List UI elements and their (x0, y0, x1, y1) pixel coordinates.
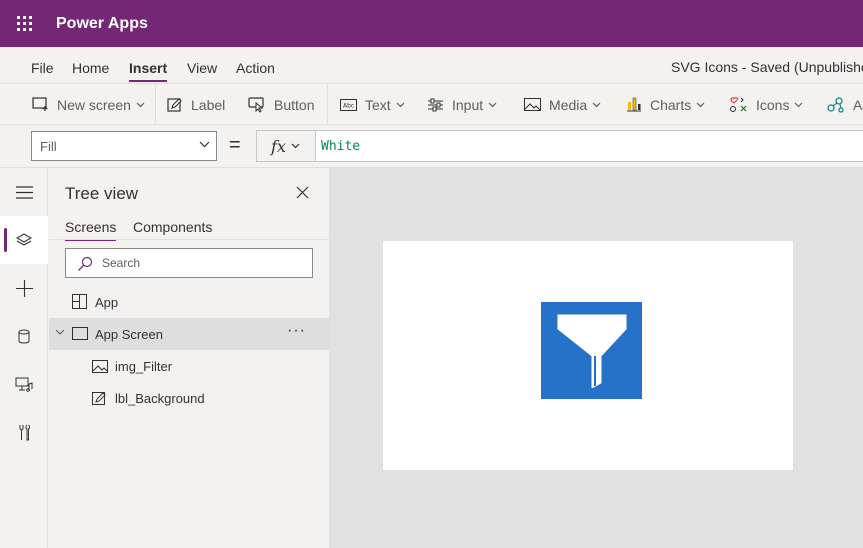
function-button[interactable]: fx (256, 130, 316, 162)
icons-icon (730, 97, 747, 112)
close-icon[interactable] (296, 186, 309, 199)
data-button[interactable] (0, 312, 48, 360)
ai-builder-icon (827, 96, 844, 113)
app-grid-icon (72, 294, 87, 309)
property-value: Fill (40, 139, 57, 154)
label-button[interactable]: Label (167, 84, 225, 125)
image-icon (92, 360, 108, 373)
chevron-down-icon (291, 143, 300, 149)
chevron-down-icon (795, 102, 803, 107)
tree-item-img-filter[interactable]: img_Filter (49, 350, 330, 382)
icons-dropdown-label: Icons (756, 96, 790, 113)
tools-icon (19, 424, 30, 440)
tree-item-label: App (95, 295, 119, 310)
fx-icon: fx (271, 136, 286, 156)
svg-text:Abc: Abc (343, 102, 354, 109)
design-canvas[interactable] (330, 168, 863, 548)
label-button-label: Label (191, 96, 226, 113)
charts-dropdown-label: Charts (650, 96, 692, 113)
tab-screens[interactable]: Screens (65, 219, 117, 241)
tree-view-panel: Tree view Screens Components App App Scr… (49, 168, 330, 548)
equals-sign: = (229, 134, 241, 156)
tree-item-app[interactable]: App (49, 286, 330, 318)
chevron-down-icon (592, 102, 601, 107)
input-dropdown[interactable]: Input (427, 84, 505, 125)
toolbar-divider (327, 84, 328, 125)
filter-icon (557, 314, 626, 388)
hamburger-icon (15, 185, 33, 199)
chart-icon (627, 97, 641, 112)
formula-input[interactable]: White (315, 130, 863, 162)
document-status: SVG Icons - Saved (Unpublished) (671, 59, 863, 75)
menu-insert[interactable]: Insert (129, 60, 168, 82)
icons-dropdown[interactable]: Icons (729, 84, 811, 125)
button-icon (248, 96, 264, 113)
media-dropdown[interactable]: Media (524, 84, 609, 125)
panel-title: Tree view (65, 184, 139, 203)
app-screen-preview[interactable] (383, 241, 793, 470)
media-dropdown-label: Media (549, 96, 588, 113)
app-title: Power Apps (56, 14, 148, 32)
left-rail (0, 168, 48, 548)
text-dropdown-label: Text (365, 96, 391, 113)
chevron-down-icon[interactable] (55, 329, 65, 335)
tree-search-box[interactable] (65, 248, 313, 278)
plus-icon (15, 279, 33, 297)
label-edit-icon (92, 392, 106, 405)
label-icon (167, 98, 182, 112)
text-dropdown[interactable]: Abc Text (340, 84, 413, 125)
tree-item-lbl-background[interactable]: lbl_Background (49, 382, 330, 414)
search-icon (78, 256, 93, 271)
chevron-down-icon (396, 102, 405, 107)
toolbar-divider (155, 84, 156, 125)
hamburger-button[interactable] (0, 168, 48, 216)
screen-icon (72, 327, 88, 340)
insert-toolbar: New screen Label Button Abc Text Input M… (0, 84, 863, 125)
input-dropdown-label: Input (452, 96, 484, 113)
tree-item-label: lbl_Background (115, 391, 205, 406)
new-screen-button[interactable]: New screen (32, 84, 153, 125)
img-filter-control[interactable] (541, 302, 642, 399)
ai-builder-label: AI (853, 96, 863, 113)
text-icon: Abc (340, 98, 357, 111)
menu-action[interactable]: Action (236, 60, 275, 76)
chevron-down-icon (488, 102, 497, 107)
layers-icon (16, 232, 32, 246)
more-options-icon[interactable]: ··· (287, 322, 306, 340)
property-dropdown[interactable]: Fill (31, 131, 217, 161)
menu-file[interactable]: File (31, 60, 54, 76)
insert-button[interactable] (0, 264, 48, 312)
charts-dropdown[interactable]: Charts (626, 84, 713, 125)
media-library-icon (15, 377, 33, 392)
tree-view-button[interactable] (0, 216, 48, 264)
media-icon (524, 98, 541, 111)
waffle-icon (16, 16, 32, 31)
button-button[interactable]: Button (248, 84, 314, 125)
chevron-down-icon (199, 141, 210, 148)
tree-item-app-screen[interactable]: App Screen ··· (49, 318, 330, 350)
menu-home[interactable]: Home (72, 60, 109, 76)
search-input[interactable] (102, 254, 302, 272)
new-screen-icon (32, 97, 48, 111)
database-icon (18, 329, 30, 344)
tree-item-label: App Screen (95, 327, 163, 342)
button-button-label: Button (274, 96, 315, 113)
media-button[interactable] (0, 360, 48, 408)
formula-bar: Fill = fx White (0, 125, 863, 168)
ai-builder-dropdown[interactable]: AI (827, 84, 863, 125)
tabs-divider (49, 239, 330, 240)
tab-components[interactable]: Components (133, 219, 212, 235)
menu-view[interactable]: View (187, 60, 217, 76)
app-header: Power Apps (0, 0, 863, 47)
menu-bar: File Home Insert View Action SVG Icons -… (0, 47, 863, 84)
app-launcher-button[interactable] (0, 0, 48, 47)
advanced-tools-button[interactable] (0, 408, 48, 456)
chevron-down-icon (696, 102, 705, 107)
new-screen-label: New screen (57, 96, 131, 113)
chevron-down-icon (136, 102, 145, 107)
tree-item-label: img_Filter (115, 359, 173, 374)
input-icon (428, 98, 443, 111)
